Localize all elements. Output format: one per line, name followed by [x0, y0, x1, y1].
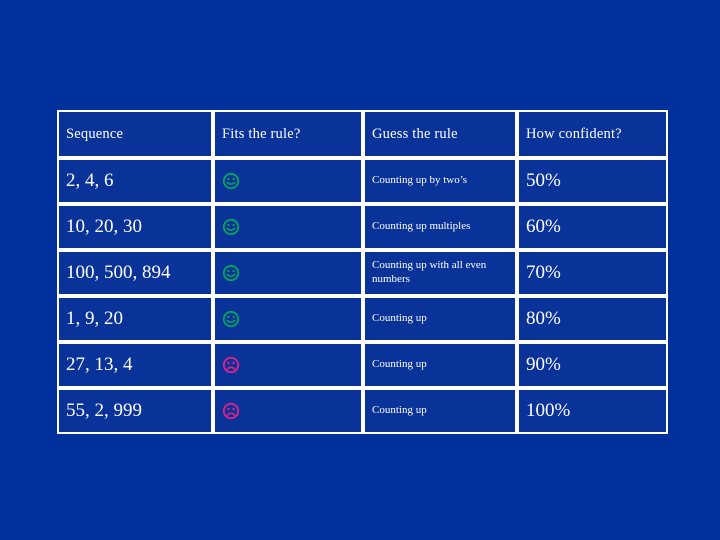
cell-fits-the-rule [213, 296, 363, 342]
table-row: 55, 2, 999 Counting up 100% [57, 388, 668, 434]
column-header-how-confident: How confident? [517, 110, 668, 158]
cell-fits-the-rule [213, 388, 363, 434]
table-row: 27, 13, 4 Counting up 90% [57, 342, 668, 388]
cell-how-confident: 60% [517, 204, 668, 250]
table-row: 1, 9, 20 Counting up 80% [57, 296, 668, 342]
table-header-row: Sequence Fits the rule? Guess the rule H… [57, 110, 668, 158]
cell-sequence: 1, 9, 20 [57, 296, 213, 342]
cell-guess-the-rule: Counting up with all even numbers [363, 250, 517, 296]
column-header-fits-the-rule: Fits the rule? [213, 110, 363, 158]
cell-sequence: 10, 20, 30 [57, 204, 213, 250]
cell-fits-the-rule [213, 250, 363, 296]
cell-sequence: 2, 4, 6 [57, 158, 213, 204]
cell-guess-the-rule: Counting up [363, 388, 517, 434]
cell-sequence: 100, 500, 894 [57, 250, 213, 296]
happy-face-icon [222, 310, 240, 328]
table-row: 2, 4, 6 Counting up by two’s 50% [57, 158, 668, 204]
cell-guess-the-rule: Counting up by two’s [363, 158, 517, 204]
happy-face-icon [222, 218, 240, 236]
cell-guess-the-rule: Counting up [363, 296, 517, 342]
table-header: Sequence Fits the rule? Guess the rule H… [57, 110, 668, 158]
slide-canvas: Sequence Fits the rule? Guess the rule H… [0, 0, 720, 540]
sad-face-icon [222, 402, 240, 420]
cell-how-confident: 100% [517, 388, 668, 434]
cell-guess-the-rule: Counting up [363, 342, 517, 388]
happy-face-icon [222, 264, 240, 282]
cell-fits-the-rule [213, 158, 363, 204]
cell-guess-the-rule: Counting up multiples [363, 204, 517, 250]
column-header-sequence: Sequence [57, 110, 213, 158]
cell-how-confident: 50% [517, 158, 668, 204]
cell-sequence: 55, 2, 999 [57, 388, 213, 434]
happy-face-icon [222, 172, 240, 190]
cell-how-confident: 90% [517, 342, 668, 388]
sad-face-icon [222, 356, 240, 374]
table-row: 10, 20, 30 Counting up multiples 60% [57, 204, 668, 250]
table-row: 100, 500, 894 Counting up with all even … [57, 250, 668, 296]
sequence-rule-table: Sequence Fits the rule? Guess the rule H… [57, 110, 668, 434]
cell-fits-the-rule [213, 342, 363, 388]
column-header-guess-the-rule: Guess the rule [363, 110, 517, 158]
cell-fits-the-rule [213, 204, 363, 250]
cell-sequence: 27, 13, 4 [57, 342, 213, 388]
table-body: 2, 4, 6 Counting up by two’s 50% 10, 20,… [57, 158, 668, 434]
cell-how-confident: 80% [517, 296, 668, 342]
cell-how-confident: 70% [517, 250, 668, 296]
